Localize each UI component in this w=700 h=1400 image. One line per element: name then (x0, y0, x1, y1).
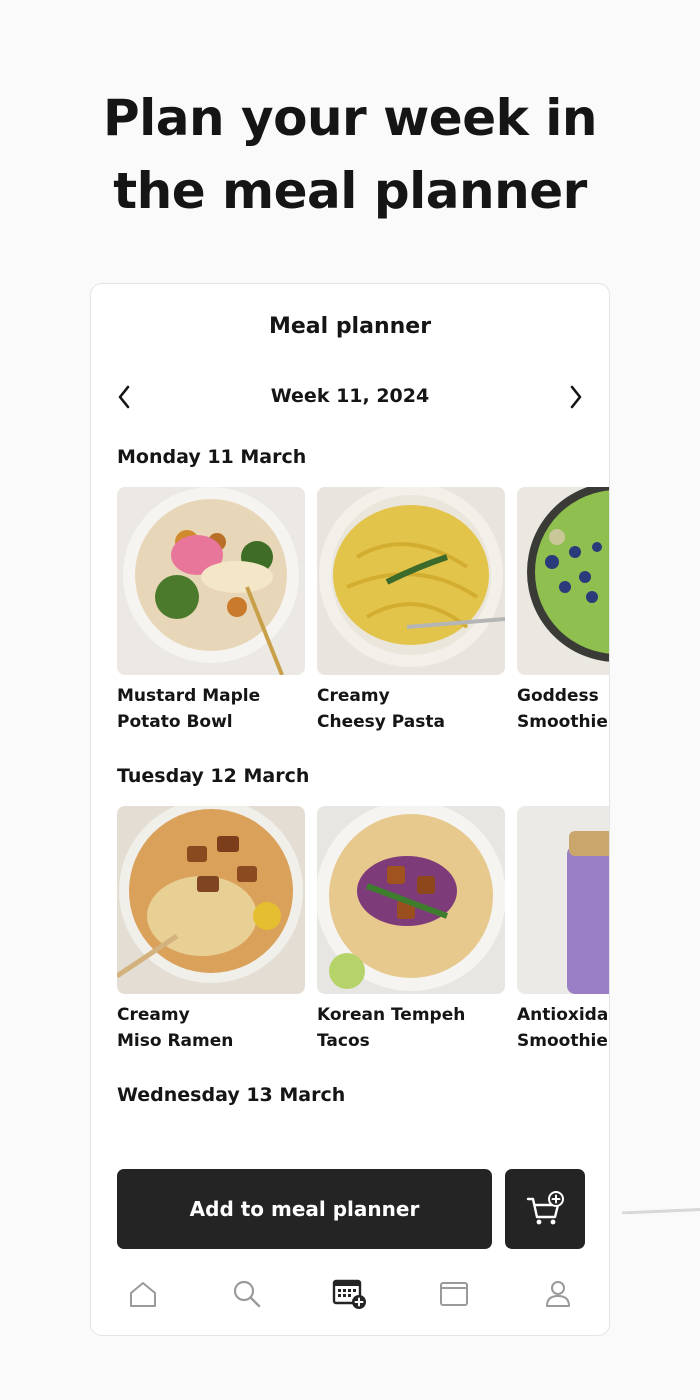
tab-profile[interactable] (533, 1269, 583, 1319)
profile-icon (546, 1281, 570, 1307)
browser-icon (440, 1282, 468, 1306)
bottom-navigation (91, 1269, 609, 1319)
meal-name: Korean Tempeh Tacos (317, 1005, 466, 1051)
day-label-wednesday: Wednesday 13 March (117, 1084, 346, 1106)
meal-planner-icon (332, 1279, 366, 1309)
add-to-cart-button[interactable] (505, 1169, 585, 1249)
meal-image (317, 806, 505, 994)
tab-browser[interactable] (429, 1269, 479, 1319)
meal-image (317, 487, 505, 675)
meal-image (117, 806, 305, 994)
tab-search[interactable] (222, 1269, 272, 1319)
meal-card[interactable]: Creamy Cheesy Pasta (317, 487, 505, 735)
tab-home[interactable] (118, 1269, 168, 1319)
decorative-line (622, 1208, 700, 1214)
add-to-meal-planner-button[interactable]: Add to meal planner (117, 1169, 492, 1249)
headline: Plan your week in the meal planner (0, 82, 700, 228)
meal-card[interactable]: Creamy Miso Ramen (117, 806, 305, 1054)
day-label-monday: Monday 11 March (117, 446, 307, 468)
meal-name: Mustard Maple Potato Bowl (117, 686, 261, 732)
meal-card[interactable]: Antioxidant Smoothie (517, 806, 609, 1054)
meal-name: Creamy Miso Ramen (117, 1005, 234, 1051)
home-icon (130, 1282, 156, 1307)
meal-name: Antioxidant Smoothie (517, 1005, 609, 1051)
headline-line-2: the meal planner (113, 162, 587, 220)
meal-card[interactable]: Mustard Maple Potato Bowl (117, 487, 305, 735)
week-label: Week 11, 2024 (270, 385, 430, 407)
next-week-button[interactable] (561, 382, 591, 412)
headline-line-1: Plan your week in (102, 89, 598, 147)
meal-card[interactable]: Korean Tempeh Tacos (317, 806, 505, 1054)
week-navigation: Week 11, 2024 (91, 382, 609, 412)
meal-name: Creamy Cheesy Pasta (317, 686, 445, 732)
tab-meal-planner[interactable] (325, 1269, 375, 1319)
meal-name: Goddess Smoothie (517, 686, 608, 732)
chevron-right-icon (570, 385, 582, 409)
meal-image (517, 806, 609, 994)
meal-card[interactable]: Goddess Smoothie (517, 487, 609, 735)
cart-plus-icon (526, 1191, 564, 1225)
meal-image (117, 487, 305, 675)
phone-screen: Meal planner Week 11, 2024 Monday 11 Mar… (90, 283, 610, 1336)
page-title: Meal planner (268, 314, 432, 339)
day-label-tuesday: Tuesday 12 March (117, 765, 310, 787)
search-icon (233, 1280, 261, 1308)
meal-image (517, 487, 609, 675)
